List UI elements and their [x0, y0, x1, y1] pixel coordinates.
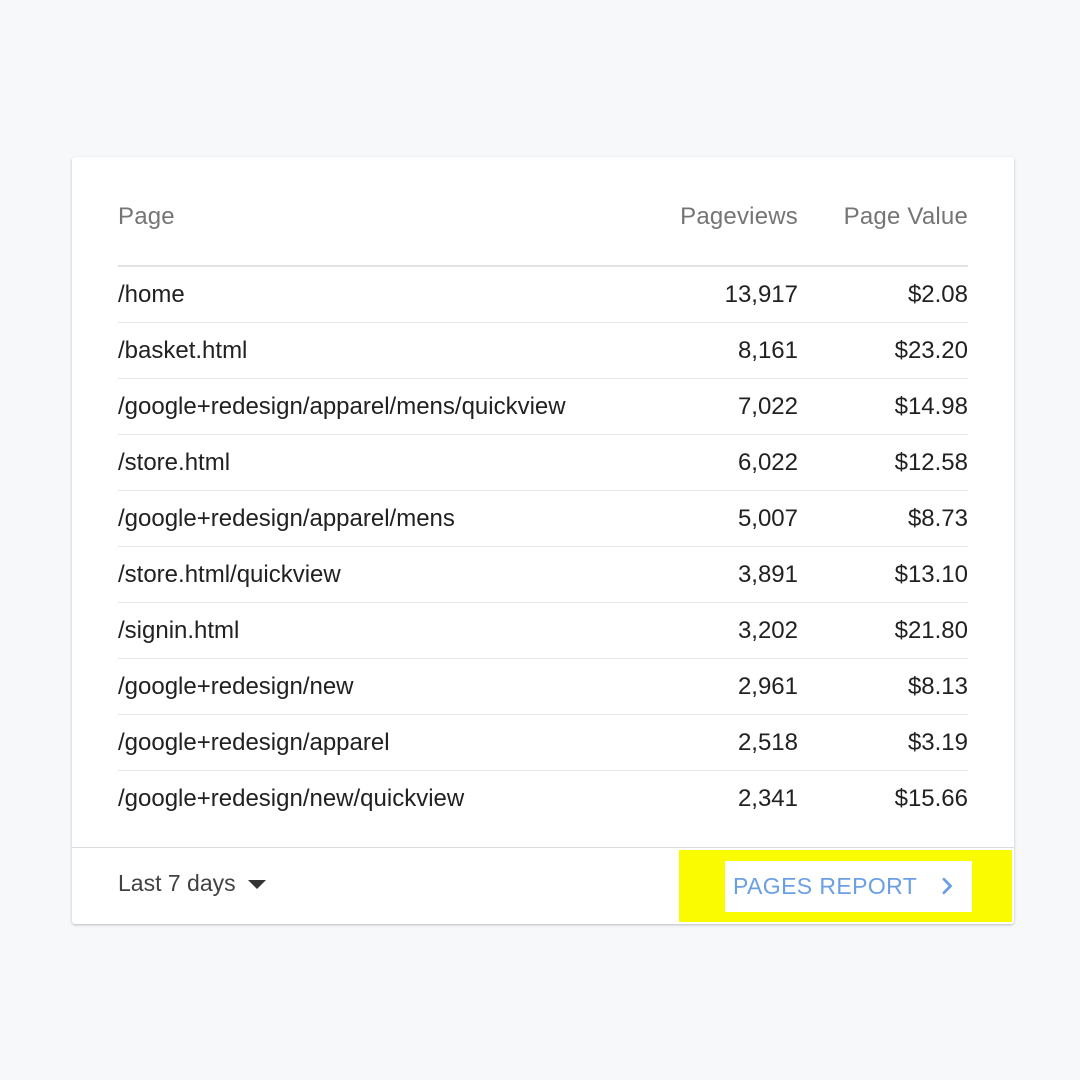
table-header: Page Pageviews Page Value — [118, 157, 968, 267]
table-row[interactable]: /store.html 6,022 $12.58 — [118, 435, 968, 491]
cell-page-value: $12.58 — [894, 448, 968, 476]
header-page: Page — [118, 203, 175, 230]
cell-page: /signin.html — [118, 616, 240, 644]
table-row[interactable]: /google+redesign/apparel/mens 5,007 $8.73 — [118, 491, 968, 547]
table-body: /home 13,917 $2.08/basket.html 8,161 $23.20/… — [118, 267, 968, 827]
cell-page-value: $14.98 — [894, 392, 968, 420]
cell-page: /google+redesign/new — [118, 672, 354, 700]
cell-pageviews: 2,341 — [737, 785, 798, 812]
cell-page: /store.html — [118, 448, 231, 476]
table-row[interactable]: /home 13,917 $2.08 — [118, 267, 968, 323]
cell-page-value: $3.19 — [907, 728, 968, 756]
cell-page: /home — [118, 280, 185, 308]
caret-down-icon — [247, 880, 266, 889]
cell-pageviews: 6,022 — [737, 448, 798, 476]
cell-pageviews: 3,891 — [737, 560, 798, 588]
cell-page-value: $2.08 — [907, 280, 968, 308]
table-row[interactable]: /store.html/quickview 3,891 $13.10 — [118, 547, 968, 603]
table-row[interactable]: /google+redesign/new/quickview 2,341 $15.6… — [118, 771, 968, 827]
header-pageviews: Pageviews — [680, 203, 798, 230]
pages-report-button[interactable]: PAGES REPORT — [725, 861, 972, 912]
cell-page: /google+redesign/apparel/mens/quickview — [118, 392, 566, 420]
cell-page-value: $13.10 — [894, 560, 968, 588]
table-row[interactable]: /basket.html 8,161 $23.20 — [118, 323, 968, 379]
cell-pageviews: 8,161 — [737, 336, 798, 364]
pages-report-label: PAGES REPORT — [733, 873, 918, 899]
cell-pageviews: 2,518 — [737, 728, 798, 756]
date-range-label: Last 7 days — [118, 870, 236, 896]
cell-page: /google+redesign/apparel/mens — [118, 504, 455, 532]
cell-page: /basket.html — [118, 336, 248, 364]
cell-pageviews: 13,917 — [724, 280, 798, 308]
pages-table: Page Pageviews Page Value /home 13,917 $2.… — [118, 157, 968, 827]
table-row[interactable]: /google+redesign/apparel/mens/quickview 7… — [118, 379, 968, 435]
pages-card: Page Pageviews Page Value /home 13,917 $2.… — [72, 157, 1014, 924]
cell-pageviews: 2,961 — [737, 672, 798, 700]
date-range-dropdown[interactable]: Last 7 days — [118, 870, 266, 897]
table-row[interactable]: /google+redesign/new 2,961 $8.13 — [118, 659, 968, 715]
cell-page-value: $21.80 — [894, 616, 968, 644]
cell-page: /store.html/quickview — [118, 560, 341, 588]
table-row[interactable]: /signin.html 3,202 $21.80 — [118, 603, 968, 659]
cell-page: /google+redesign/apparel — [118, 728, 390, 756]
cell-page-value: $8.13 — [907, 672, 968, 700]
table-row[interactable]: /google+redesign/apparel 2,518 $3.19 — [118, 715, 968, 771]
cell-pageviews: 3,202 — [737, 616, 798, 644]
cell-page-value: $8.73 — [907, 504, 968, 532]
cell-pageviews: 7,022 — [737, 392, 798, 420]
highlight-box: PAGES REPORT — [679, 850, 1012, 922]
cell-page-value: $23.20 — [894, 336, 968, 364]
cell-page-value: $15.66 — [894, 785, 968, 812]
cell-pageviews: 5,007 — [737, 504, 798, 532]
cell-page: /google+redesign/new/quickview — [118, 785, 465, 812]
card-footer: Last 7 days PAGES REPORT — [72, 847, 1014, 924]
chevron-right-icon — [942, 877, 952, 895]
header-page-value: Page Value — [843, 203, 968, 230]
